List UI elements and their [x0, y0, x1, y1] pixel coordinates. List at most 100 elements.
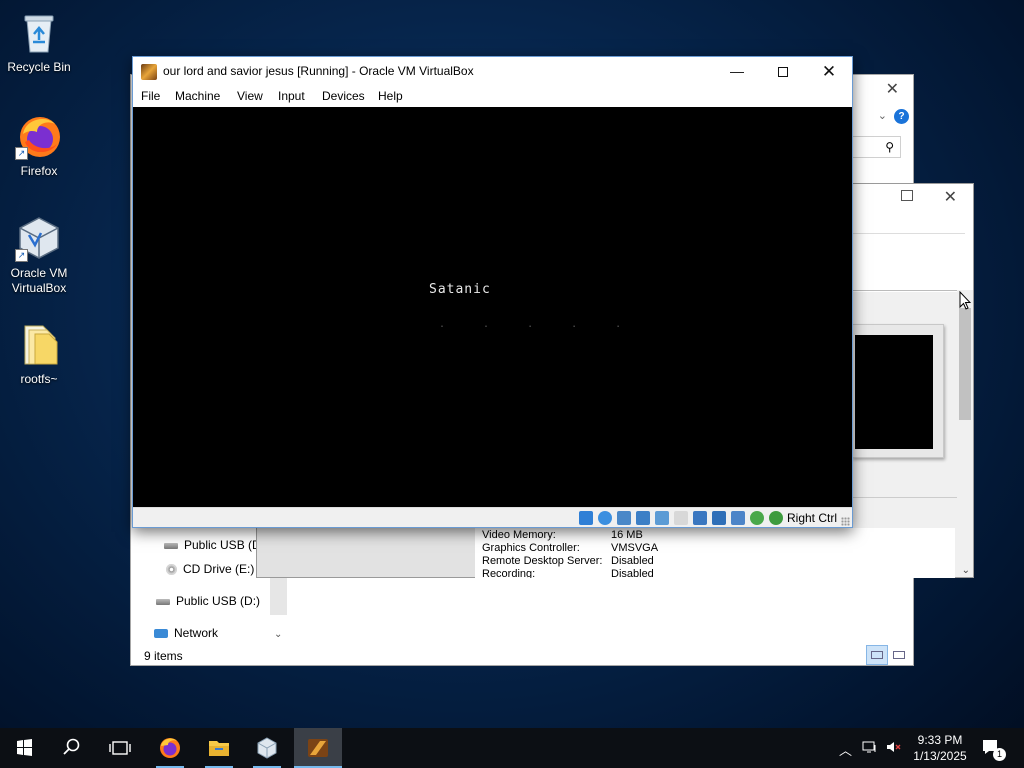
menu-machine[interactable]: Machine [175, 89, 220, 103]
close-button[interactable]: ✕ [806, 57, 852, 86]
close-icon[interactable]: ✕ [944, 187, 957, 207]
taskbar-virtualbox[interactable] [243, 728, 291, 768]
taskbar-file-explorer[interactable] [195, 728, 243, 768]
network-status-icon[interactable] [636, 511, 650, 525]
help-icon[interactable]: ? [894, 109, 909, 124]
detail-row-graphics-controller: Graphics Controller: VMSVGA [482, 542, 659, 554]
detail-row-recording: Recording: Disabled [482, 568, 654, 578]
display-status-icon[interactable] [693, 511, 707, 525]
mouse-integration-status-icon[interactable] [750, 511, 764, 525]
desktop-icon-firefox[interactable]: ↗ Firefox [1, 112, 77, 179]
details-view-button[interactable] [866, 645, 888, 665]
nav-item-public-usb-d-root[interactable]: Public USB (D:) [156, 594, 260, 608]
scrollbar-thumb[interactable] [959, 308, 971, 420]
search-icon[interactable]: ⚲ [851, 136, 901, 158]
menu-help[interactable]: Help [378, 89, 403, 103]
task-view-icon [109, 741, 131, 755]
menu-devices[interactable]: Devices [322, 89, 365, 103]
vm-instance-icon [308, 739, 328, 757]
chevron-down-icon[interactable]: ⌄ [274, 629, 282, 640]
desktop-icon-rootfs[interactable]: rootfs~ [1, 320, 77, 387]
nav-item-label: Public USB (D:) [176, 594, 261, 608]
keyboard-capture-status-icon[interactable] [769, 511, 783, 525]
usb-drive-icon [156, 598, 170, 605]
network-icon [154, 629, 168, 639]
desktop-icon-label: rootfs~ [20, 372, 58, 386]
vm-titlebar[interactable]: our lord and savior jesus [Running] - Or… [133, 57, 852, 86]
chevron-down-icon[interactable]: ⌄ [878, 109, 887, 122]
vm-menubar: File Machine View Input Devices Help [133, 86, 852, 107]
recording-status-icon[interactable] [712, 511, 726, 525]
firefox-icon: ↗ [15, 112, 63, 160]
clock-time: 9:33 PM [917, 733, 963, 747]
mouse-cursor-icon [959, 291, 971, 310]
firefox-icon [160, 738, 180, 758]
menu-file[interactable]: File [141, 89, 160, 103]
taskbar-firefox[interactable] [146, 728, 194, 768]
nav-item-network[interactable]: Network [154, 626, 218, 640]
chevron-down-icon[interactable]: ⌄ [962, 565, 970, 576]
nav-item-label: Public USB (D: [184, 538, 265, 552]
usb-status-icon[interactable] [655, 511, 669, 525]
vm-preview-screen [855, 335, 933, 449]
maximize-icon[interactable] [901, 190, 913, 201]
divider [853, 497, 957, 498]
shortcut-arrow-icon: ↗ [15, 249, 28, 262]
desktop-icon-label: Recycle Bin [7, 60, 71, 74]
maximize-button[interactable] [760, 57, 806, 86]
desktop-icon-label: Firefox [20, 164, 58, 178]
resize-grip[interactable] [841, 517, 850, 526]
volume-muted-icon[interactable] [886, 740, 902, 757]
nav-item-label: Network [174, 626, 219, 640]
desktop-icon-virtualbox[interactable]: ↗ Oracle VM VirtualBox [1, 214, 77, 296]
vm-boot-text: Satanic [429, 282, 491, 297]
menu-input[interactable]: Input [278, 89, 305, 103]
start-icon [17, 739, 32, 756]
menu-view[interactable]: View [237, 89, 263, 103]
desktop-icon-label: Oracle VM VirtualBox [10, 266, 68, 295]
optical-drive-status-icon[interactable] [598, 511, 612, 525]
desktop-icon-recycle-bin[interactable]: Recycle Bin [1, 8, 77, 75]
minimize-button[interactable]: — [714, 57, 760, 86]
notification-count-badge: 1 [993, 748, 1006, 761]
shared-folders-status-icon[interactable] [674, 511, 688, 525]
divider [853, 233, 965, 234]
nav-item-public-usb-d[interactable]: Public USB (D: [164, 538, 264, 552]
nav-item-label: CD Drive (E:) C [183, 562, 267, 576]
taskbar-vm-instance[interactable] [294, 728, 342, 768]
large-icons-view-button[interactable] [888, 645, 910, 665]
cd-drive-icon [166, 564, 177, 576]
audio-status-icon[interactable] [617, 511, 631, 525]
search-icon [63, 738, 80, 755]
hard-disk-status-icon[interactable] [579, 511, 593, 525]
vm-statusbar: Right Ctrl [133, 507, 852, 527]
nav-item-cd-drive[interactable]: CD Drive (E:) C [166, 562, 266, 576]
show-hidden-icons-icon[interactable]: ︿ [839, 740, 852, 759]
folder-icon [15, 320, 63, 368]
file-explorer-icon [209, 741, 229, 756]
host-key-label: Right Ctrl [787, 511, 838, 525]
shortcut-arrow-icon: ↗ [15, 147, 28, 160]
detail-row-remote-desktop: Remote Desktop Server: Disabled [482, 555, 654, 567]
close-icon[interactable]: ✕ [886, 79, 899, 99]
clock-date: 1/13/2025 [913, 749, 967, 763]
start-button[interactable] [0, 728, 48, 768]
vm-list-panel [257, 527, 475, 577]
vm-window[interactable]: our lord and savior jesus [Running] - Or… [132, 56, 853, 528]
usb-drive-icon [164, 542, 178, 549]
vm-display[interactable]: Satanic . . . . . [133, 107, 852, 507]
virtualbox-icon: ↗ [15, 214, 63, 262]
network-tray-icon[interactable] [862, 740, 878, 757]
search-button[interactable] [48, 728, 96, 768]
virtualbox-icon [257, 737, 277, 759]
vm-loading-dots: . . . . . [439, 319, 638, 330]
maximize-icon [778, 67, 788, 78]
task-view-button[interactable] [96, 728, 144, 768]
system-clock[interactable]: 9:33 PM 1/13/2025 [908, 732, 972, 764]
divider [853, 290, 957, 291]
recycle-bin-icon [15, 8, 63, 56]
vm-window-title: our lord and savior jesus [Running] - Or… [163, 64, 474, 78]
vt-x-status-icon[interactable] [731, 511, 745, 525]
taskbar: ︿ 9:33 PM 1/13/2025 1 [0, 728, 1024, 768]
detail-row-video-memory: Video Memory: 16 MB [482, 529, 643, 541]
